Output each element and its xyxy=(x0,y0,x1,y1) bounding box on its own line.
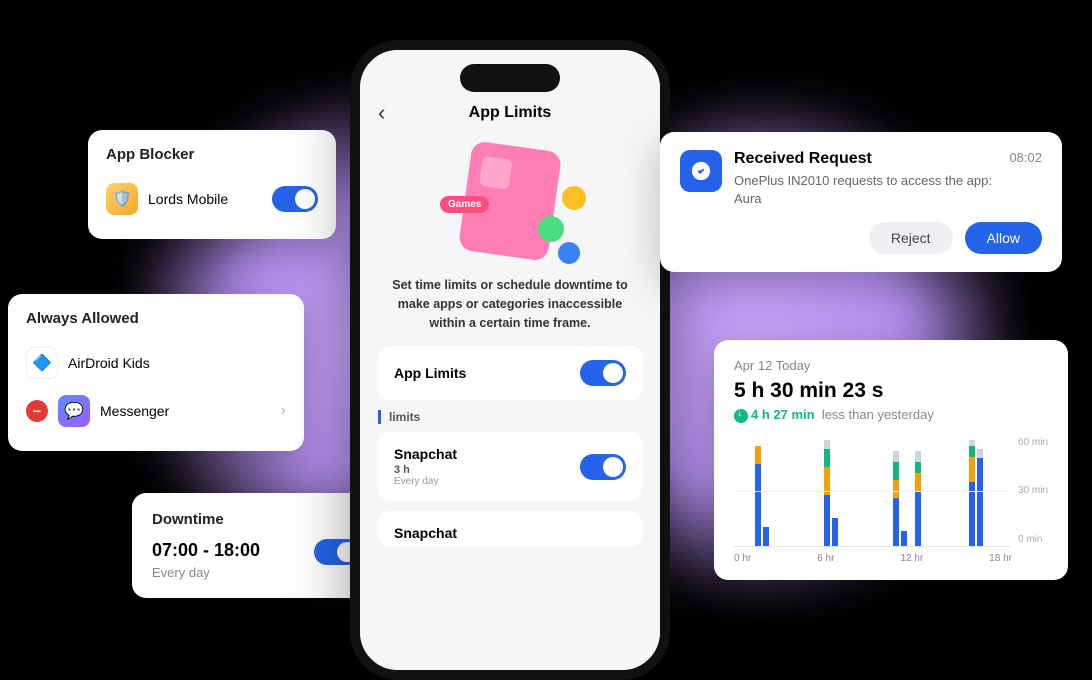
allowed-app-name: Messenger xyxy=(100,403,169,419)
downtime-range: 07:00 - 18:00 xyxy=(152,540,314,561)
games-badge: Games xyxy=(440,196,489,213)
app-blocker-toggle[interactable] xyxy=(272,186,318,212)
downtime-frequency: Every day xyxy=(152,565,314,580)
back-button[interactable]: ‹ xyxy=(378,100,385,126)
illustration: Games xyxy=(378,136,642,266)
always-allowed-title: Always Allowed xyxy=(26,310,286,327)
allow-button[interactable]: Allow xyxy=(965,222,1042,254)
usage-card: Apr 12 Today 5 h 30 min 23 s 4 h 27 min … xyxy=(714,340,1068,580)
limit-app-name: Snapchat xyxy=(394,525,626,541)
app-limit-row[interactable]: Snapchat xyxy=(378,511,642,547)
request-title: Received Request xyxy=(734,150,997,168)
phone-screen-title: App Limits xyxy=(469,104,552,122)
list-item[interactable]: 🔷 AirDroid Kids xyxy=(26,339,286,387)
app-limits-description: Set time limits or schedule downtime to … xyxy=(378,276,642,332)
list-item[interactable]: − 💬 Messenger › xyxy=(26,387,286,435)
limit-app-name: Snapchat xyxy=(394,446,570,462)
airdroid-icon: 🔷 xyxy=(26,347,58,379)
lords-mobile-icon: 🛡️ xyxy=(106,183,138,215)
usage-compare: 4 h 27 min less than yesterday xyxy=(734,407,1048,423)
downtime-card: Downtime 07:00 - 18:00 Every day xyxy=(132,493,380,598)
always-allowed-card: Always Allowed 🔷 AirDroid Kids − 💬 Messe… xyxy=(8,294,304,451)
usage-total: 5 h 30 min 23 s xyxy=(734,379,1048,403)
request-body: OnePlus IN2010 requests to access the ap… xyxy=(734,172,997,208)
app-limits-master-label: App Limits xyxy=(394,365,466,381)
usage-delta-text: less than yesterday xyxy=(822,407,934,422)
phone-notch xyxy=(460,64,560,92)
limit-toggle[interactable] xyxy=(580,454,626,480)
usage-delta: 4 h 27 min xyxy=(751,407,815,422)
arrow-down-icon xyxy=(734,409,748,423)
app-limits-master-toggle[interactable] xyxy=(580,360,626,386)
reject-button[interactable]: Reject xyxy=(869,222,953,254)
limit-duration: 3 h xyxy=(394,464,570,476)
received-request-card: Received Request OnePlus IN2010 requests… xyxy=(660,132,1062,272)
messenger-icon: 💬 xyxy=(58,395,90,427)
chevron-right-icon: › xyxy=(281,402,286,420)
app-blocker-app-name: Lords Mobile xyxy=(148,191,228,207)
request-time: 08:02 xyxy=(1009,150,1042,208)
allowed-app-name: AirDroid Kids xyxy=(68,355,150,371)
app-blocker-title: App Blocker xyxy=(106,146,318,163)
request-icon xyxy=(680,150,722,192)
app-blocker-card: App Blocker 🛡️ Lords Mobile xyxy=(88,130,336,239)
limits-section-label: limits xyxy=(378,410,642,424)
remove-icon[interactable]: − xyxy=(26,400,48,422)
x-axis-labels: 0 hr 6 hr 12 hr 18 hr xyxy=(734,553,1048,564)
y-axis-labels: 60 min 30 min 0 min xyxy=(1018,437,1048,547)
app-blocker-row: 🛡️ Lords Mobile xyxy=(106,175,318,223)
app-limit-row[interactable]: Snapchat 3 h Every day xyxy=(378,432,642,501)
usage-date: Apr 12 Today xyxy=(734,358,1048,373)
phone-frame: ‹ App Limits Games Set time limits or sc… xyxy=(350,40,670,680)
usage-chart-bars xyxy=(734,437,1010,547)
downtime-title: Downtime xyxy=(152,511,314,528)
limit-frequency: Every day xyxy=(394,476,570,487)
